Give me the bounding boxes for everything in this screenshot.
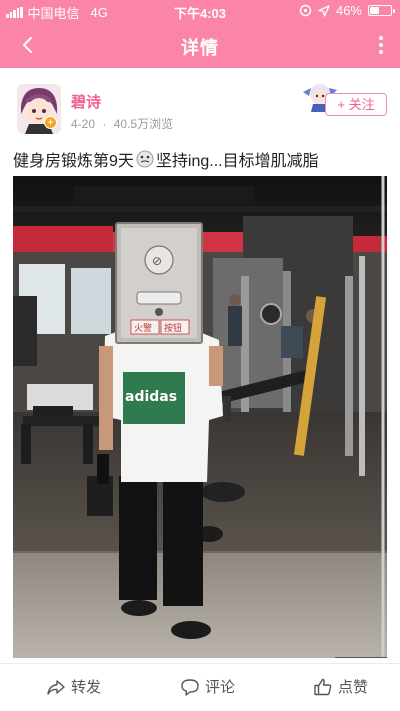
post-title-part2: 坚持ing...目标增肌减脂	[155, 153, 319, 170]
share-icon	[47, 679, 65, 695]
battery-icon	[368, 5, 395, 16]
follow-button[interactable]: + 关注	[325, 93, 387, 116]
share-label: 转发	[71, 679, 102, 696]
view-count: 40.5万浏览	[113, 117, 174, 131]
comment-button[interactable]: 评论	[180, 676, 235, 697]
meta-separator: ·	[102, 117, 107, 131]
title-bar: 详情	[0, 22, 400, 68]
action-bar: 转发 评论 点赞	[0, 663, 400, 711]
share-button[interactable]: 转发	[46, 676, 101, 697]
svg-text:⊘: ⊘	[152, 254, 162, 268]
location-icon	[318, 4, 330, 17]
like-icon	[314, 678, 332, 695]
page-title: 详情	[181, 38, 219, 58]
post-title-part1: 健身房锻炼第9天	[13, 153, 134, 170]
like-label: 点赞	[338, 679, 369, 696]
alarm-icon	[299, 4, 312, 17]
shirt-brand-text: adidas	[125, 389, 177, 405]
author-name[interactable]: 碧诗	[71, 91, 101, 112]
post-title: 健身房锻炼第9天 坚持ing...目标增肌减脂	[13, 147, 319, 171]
like-button[interactable]: 点赞	[313, 676, 368, 697]
post-date: 4-20	[71, 117, 96, 131]
vip-badge-icon: +	[44, 116, 57, 129]
battery-percent: 46%	[335, 3, 362, 18]
alarm-box-right-label: 按钮	[164, 322, 182, 334]
post-meta: 4-20 · 40.5万浏览	[71, 115, 177, 132]
status-right: 46%	[299, 3, 395, 18]
emoji-icon	[136, 150, 154, 168]
comment-label: 评论	[205, 679, 236, 696]
more-icon	[379, 36, 383, 54]
more-button[interactable]	[374, 32, 388, 58]
post-photo[interactable]: adidas ⊘ 火警 按钮	[13, 176, 387, 658]
alarm-box-left-label: 火警	[134, 322, 152, 334]
comment-icon	[181, 678, 199, 696]
status-bar: 中国电信 4G 下午4:03 46%	[0, 0, 400, 22]
